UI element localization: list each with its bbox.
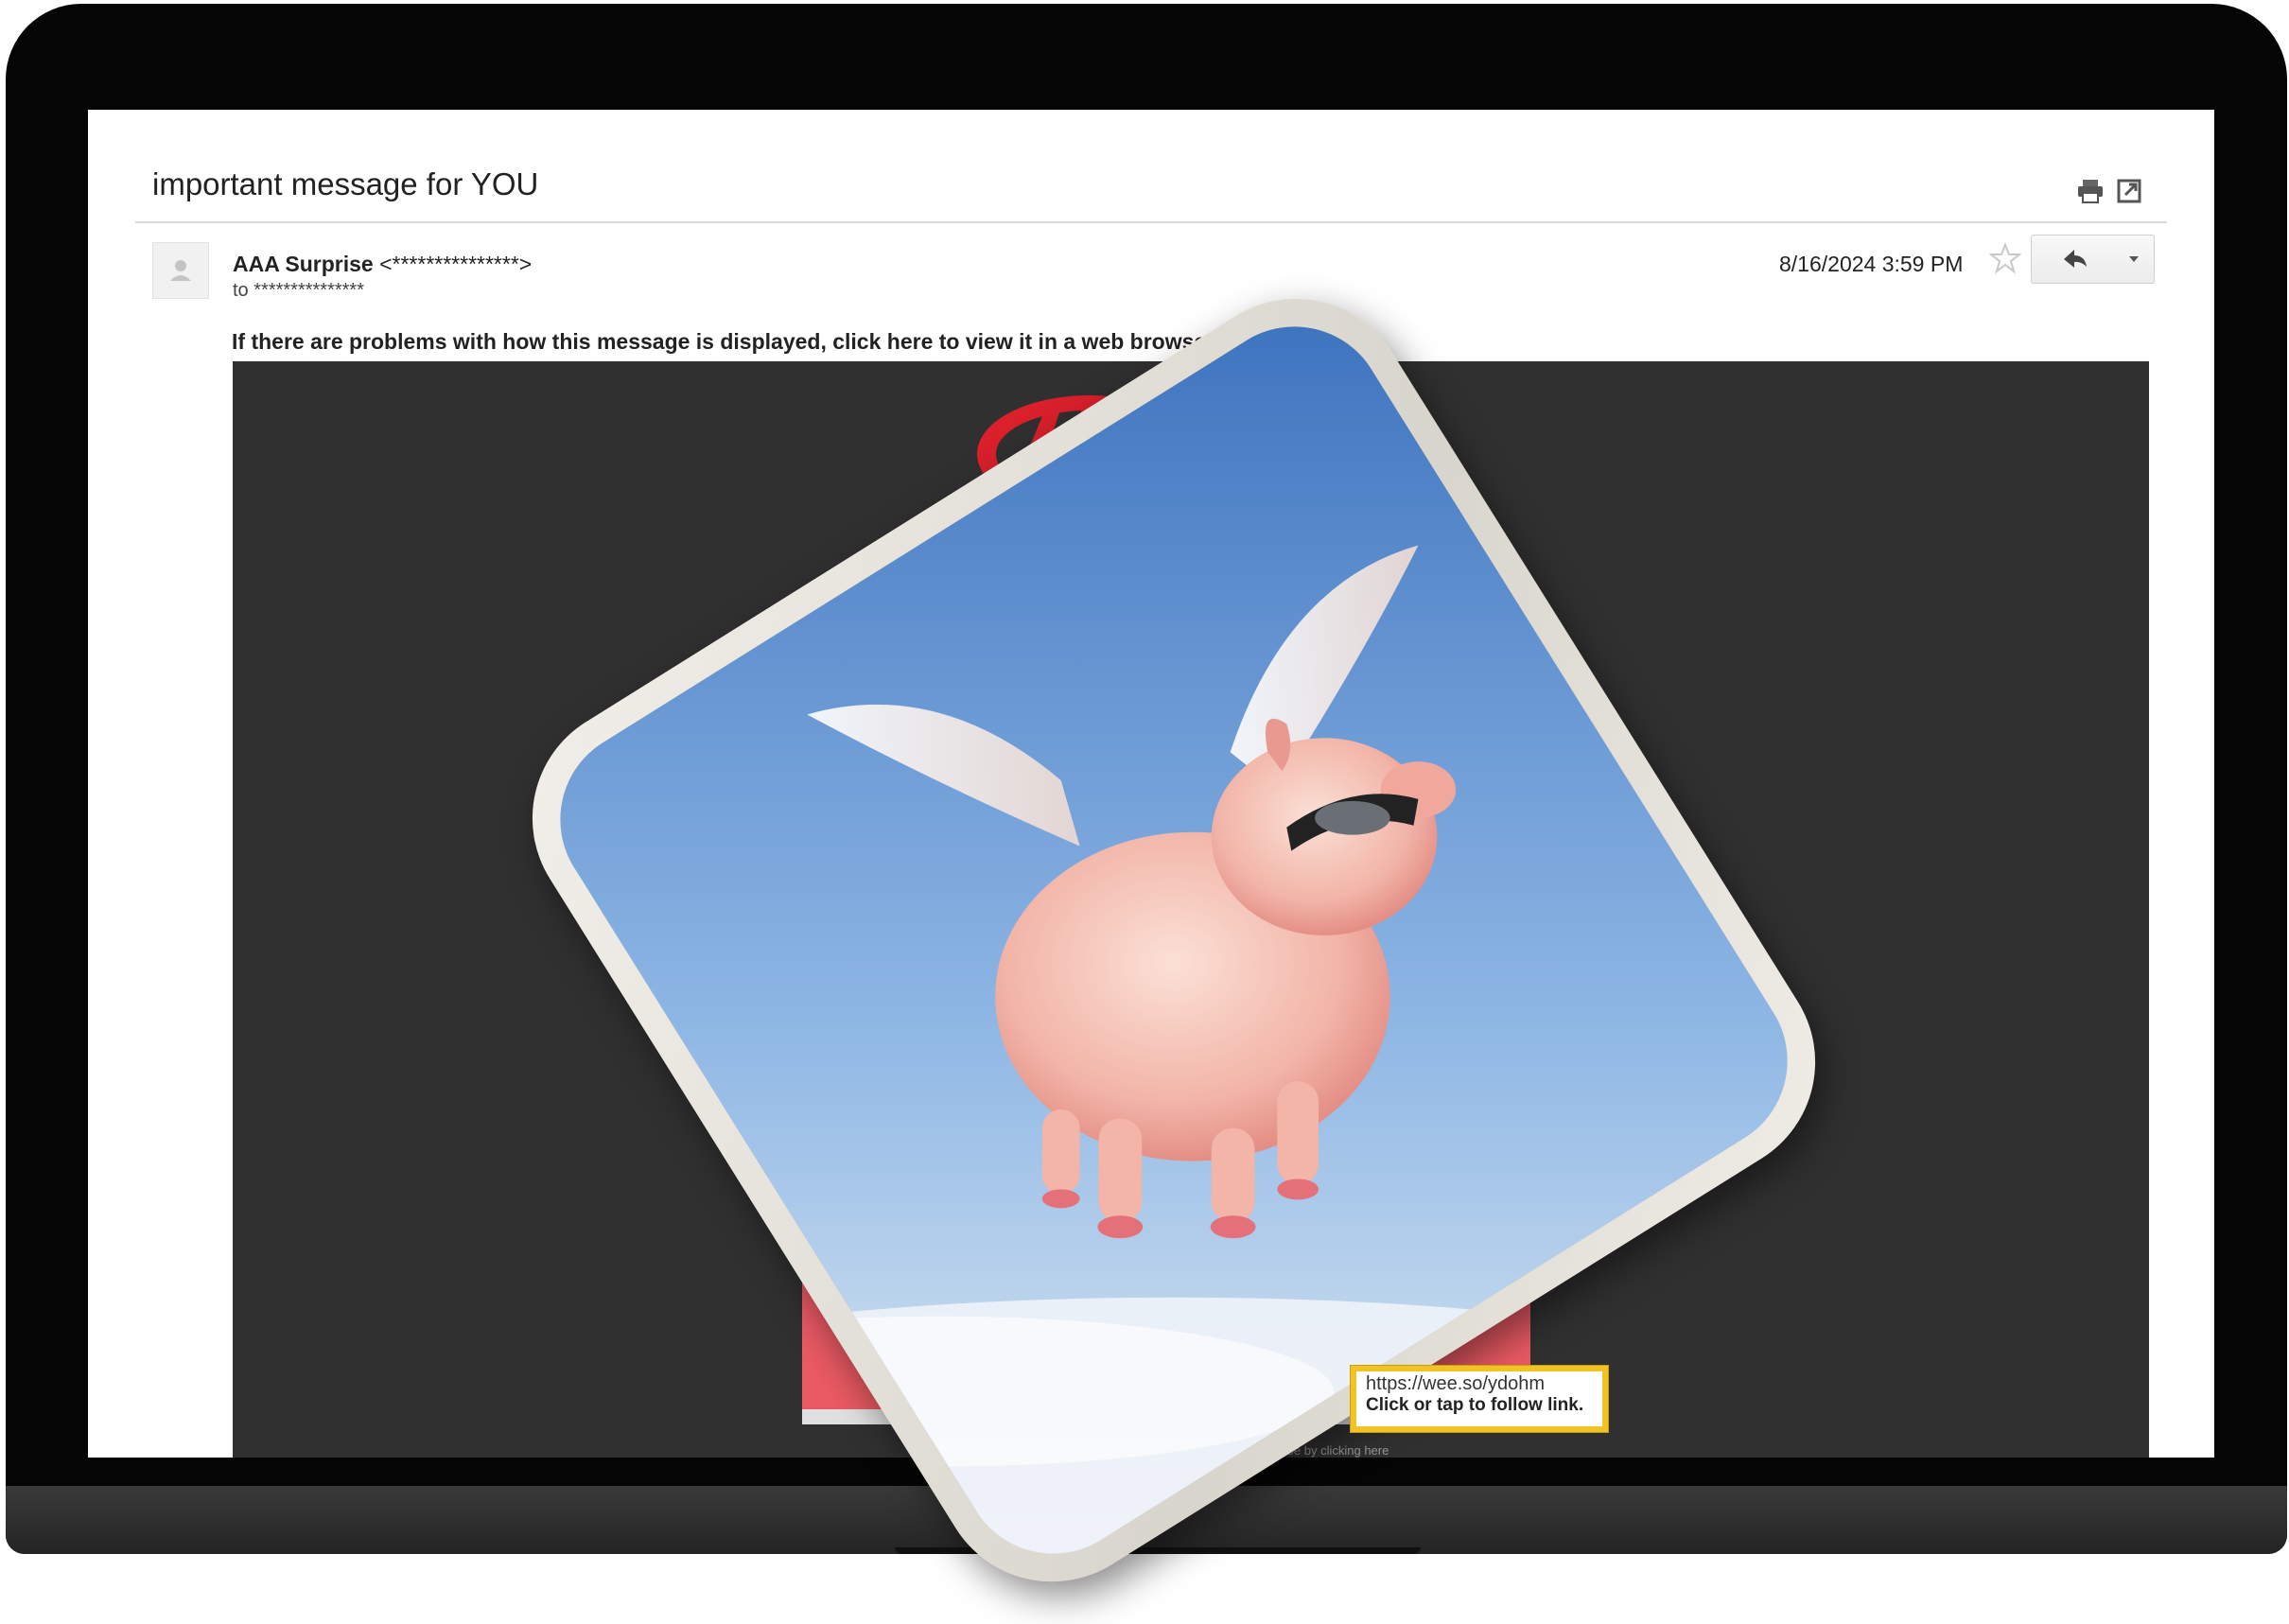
- to-label: to: [233, 280, 249, 301]
- print-icon[interactable]: [2076, 178, 2105, 204]
- popout-icon[interactable]: [2116, 178, 2144, 204]
- tooltip-url[interactable]: https://wee.so/ydohm: [1366, 1373, 1593, 1395]
- reply-icon: [2064, 250, 2087, 268]
- sender-name[interactable]: AAA Surprise: [233, 252, 374, 276]
- more-actions-button[interactable]: [2114, 235, 2155, 284]
- reply-button[interactable]: [2031, 235, 2116, 284]
- view-in-browser-link[interactable]: If there are problems with how this mess…: [232, 329, 1219, 354]
- sender-address: <***************>: [379, 252, 533, 276]
- star-icon[interactable]: [1989, 242, 2021, 274]
- chevron-down-icon: [2129, 256, 2139, 262]
- recipient-address: ***************: [253, 280, 364, 301]
- email-date: 8/16/2024 3:59 PM: [1779, 252, 1964, 276]
- sender-line: AAA Surprise <***************>: [233, 252, 532, 277]
- sender-avatar: [152, 242, 209, 299]
- view-in-browser-notice[interactable]: If there are problems with how this mess…: [232, 329, 1219, 355]
- email-subject: important message for YOU: [152, 166, 539, 201]
- header-divider: [135, 221, 2167, 223]
- person-icon: [170, 260, 191, 281]
- link-tooltip: https://wee.so/ydohm Click or tap to fol…: [1351, 1366, 1608, 1432]
- tooltip-hint: Click or tap to follow link.: [1366, 1395, 1584, 1415]
- recipient-line: to ***************: [233, 280, 364, 302]
